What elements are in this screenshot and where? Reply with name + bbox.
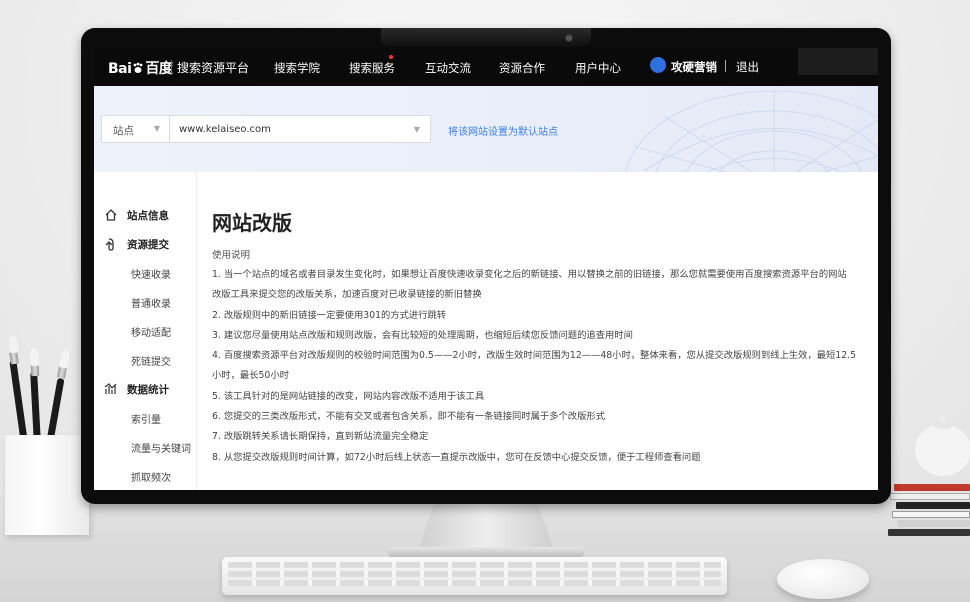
book	[890, 493, 970, 500]
user-divider	[725, 60, 726, 72]
rule-line: 4. 百度搜索资源平台对改版规则的校验时间范围为0.5——2小时，改版生效时间范…	[212, 350, 856, 362]
book-stack	[888, 478, 970, 548]
site-url-select[interactable]: www.kelaiseo.com ▼	[169, 115, 431, 143]
sidebar-group-label: 数据统计	[127, 384, 169, 396]
sidebar-group-site-info[interactable]: 站点信息	[104, 208, 169, 223]
user-name[interactable]: 攻硬营销	[671, 59, 717, 75]
usage-heading: 使用说明	[212, 250, 251, 261]
submit-icon	[105, 238, 114, 251]
sidebar-item-dead-link[interactable]: 死链提交	[131, 353, 171, 368]
logo-text-left: Bai	[108, 61, 132, 77]
keyboard	[222, 557, 727, 595]
book	[898, 520, 970, 527]
notification-dot	[389, 55, 393, 59]
baidu-logo[interactable]: Bai 百度	[108, 58, 173, 78]
logo-text-right: 百度	[145, 61, 173, 77]
top-navigation-bar: Bai 百度 搜索资源平台 搜索学院 搜索服务 互动交流 资源合作 用户中心 攻硬…	[94, 48, 878, 86]
site-url-value: www.kelaiseo.com	[179, 124, 271, 135]
camera-icon	[566, 35, 572, 41]
sidebar-group-label: 站点信息	[127, 210, 169, 222]
monitor-stand-base	[388, 547, 584, 557]
mouse	[777, 559, 869, 599]
nav-item-search-academy[interactable]: 搜索学院	[274, 60, 320, 76]
main-content: 网站改版 使用说明 1. 当一个站点的域名或者目录发生变化时，如果想让百度快速收…	[212, 172, 872, 490]
browser-screen: Bai 百度 搜索资源平台 搜索学院 搜索服务 互动交流 资源合作 用户中心 攻硬…	[94, 48, 878, 490]
user-avatar[interactable]	[650, 57, 666, 73]
book	[896, 502, 970, 509]
sidebar-item-crawl-frequency[interactable]: 抓取频次	[131, 469, 171, 484]
logo-divider	[171, 60, 172, 74]
set-default-site-link[interactable]: 将该网站设置为默认站点	[448, 123, 558, 138]
sidebar-item-index-volume[interactable]: 索引量	[131, 411, 161, 426]
sidebar-group-data-stats[interactable]: 数据统计	[104, 382, 169, 397]
nav-item-interaction[interactable]: 互动交流	[425, 60, 471, 76]
rule-line: 5. 该工具针对的是网站链接的改变，网站内容改版不适用于该工具	[212, 390, 485, 402]
nav-item-search-service[interactable]: 搜索服务	[349, 60, 395, 76]
rule-line: 改版工具来提交您的改版关系，加速百度对已收录链接的新旧替换	[212, 289, 482, 301]
stats-icon	[104, 383, 117, 394]
sidebar-item-traffic-keywords[interactable]: 流量与关键词	[131, 440, 191, 455]
sidebar-item-quick-index[interactable]: 快速收录	[131, 266, 171, 281]
site-type-label: 站点	[113, 125, 134, 137]
rule-line: 7. 改版跳转关系请长期保持，直到新站流量完全稳定	[212, 431, 429, 443]
rules-list: 1. 当一个站点的域名或者目录发生变化时，如果想让百度快速收录变化之后的新链接、…	[212, 265, 870, 468]
book	[894, 484, 970, 491]
site-selector-banner: 站点 ▼ www.kelaiseo.com ▼ 将该网站设置为默认站点	[94, 86, 878, 172]
book	[892, 511, 970, 518]
sidebar-item-mobile-adapt[interactable]: 移动适配	[131, 324, 171, 339]
sidebar-group-label: 资源提交	[127, 239, 169, 251]
key-row	[228, 571, 721, 577]
rule-line: 6. 您提交的三类改版形式，不能有交叉或者包含关系，即不能有一条链接同时属于多个…	[212, 411, 605, 423]
sidebar-item-normal-index[interactable]: 普通收录	[131, 295, 171, 310]
teapot	[905, 415, 970, 476]
key-row	[228, 562, 721, 568]
logout-link[interactable]: 退出	[736, 59, 759, 75]
rule-line: 8. 从您提交改版规则时间计算，如72小时后线上状态一直提示改版中，您可在反馈中…	[212, 451, 701, 463]
monitor-notch	[381, 28, 591, 46]
book	[888, 529, 970, 536]
chevron-down-icon: ▼	[153, 124, 160, 133]
page-title: 网站改版	[212, 211, 292, 235]
header-search-box[interactable]	[798, 48, 878, 75]
sidebar-group-resource-submit[interactable]: 资源提交	[104, 237, 169, 252]
monitor-stand	[418, 503, 554, 551]
rule-line: 小时，最长50小时	[212, 370, 289, 382]
rule-line: 1. 当一个站点的域名或者目录发生变化时，如果想让百度快速收录变化之后的新链接、…	[212, 269, 847, 280]
nav-item-cooperation[interactable]: 资源合作	[499, 60, 545, 76]
paw-icon	[134, 62, 143, 73]
rule-line: 2. 改版规则中的新旧链接一定要使用301的方式进行跳转	[212, 309, 447, 321]
sidebar: 站点信息 资源提交 快速收录 普通收录 移动适配 死链提交 数据统计 索引量 流…	[94, 172, 197, 490]
nav-item-user-center[interactable]: 用户中心	[575, 60, 621, 76]
chevron-down-icon: ▼	[413, 125, 420, 134]
globe-graphic	[625, 90, 878, 172]
platform-name[interactable]: 搜索资源平台	[177, 59, 249, 76]
site-type-select[interactable]: 站点 ▼	[101, 115, 169, 143]
key-row	[228, 580, 721, 586]
home-icon	[105, 209, 117, 221]
rule-line: 3. 建议您尽量使用站点改版和规则改版，会有比较短的处理周期，也缩短后续您反馈问…	[212, 329, 633, 341]
pen-holder	[5, 435, 89, 535]
brush-ferrule	[9, 351, 19, 365]
